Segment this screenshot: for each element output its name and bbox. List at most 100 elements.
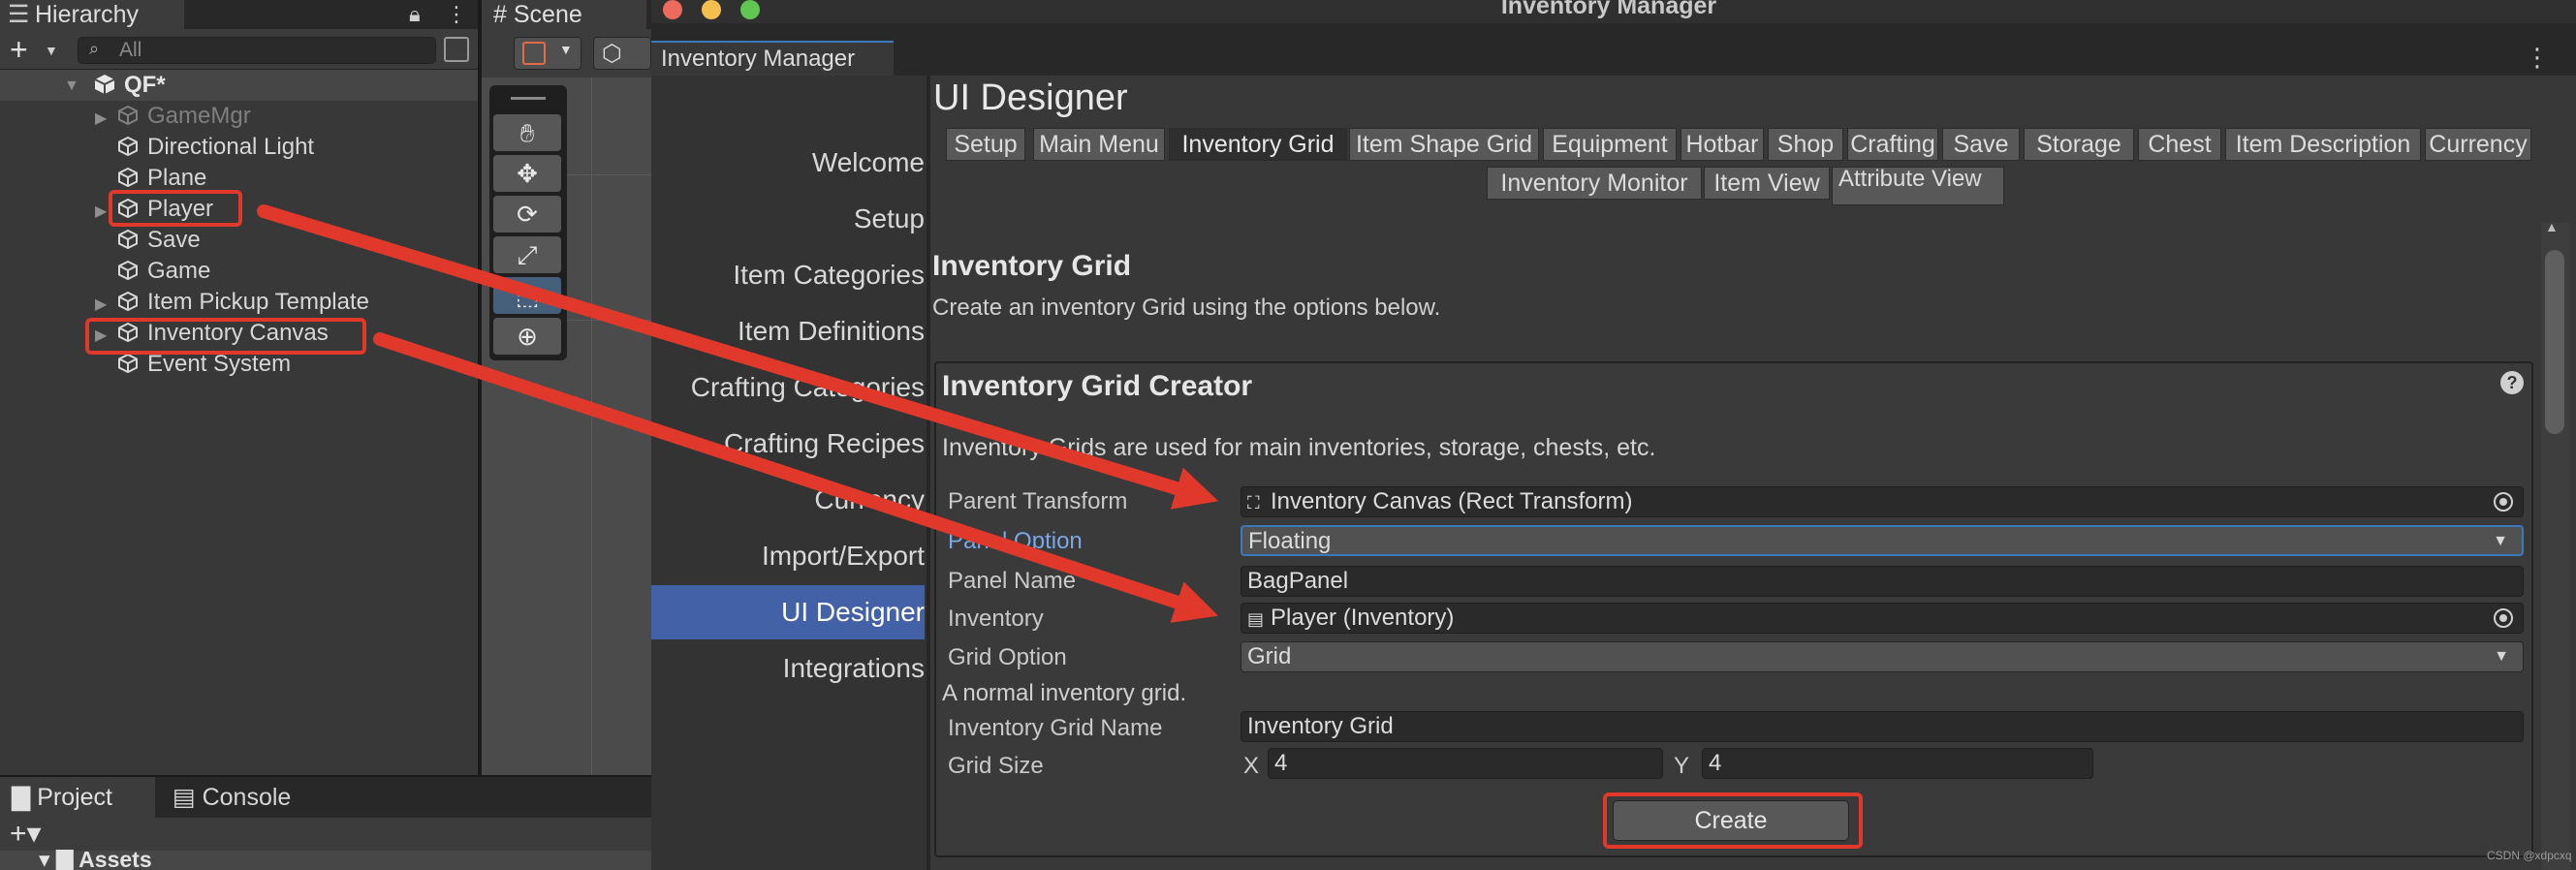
nav-item-item-categories[interactable]: Item Categories	[651, 248, 925, 302]
gameobject-cube-icon	[116, 259, 140, 281]
inventory-field[interactable]: ▤ Player (Inventory)	[1241, 603, 2524, 634]
grid-name-input[interactable]: Inventory Grid	[1241, 711, 2524, 742]
chevron-down-icon: ▼	[2493, 533, 2508, 549]
lock-icon[interactable]: 🔒︎	[409, 0, 421, 29]
expand-right-icon[interactable]: ▶	[95, 295, 107, 314]
more-options-icon[interactable]: ⋮	[446, 0, 467, 29]
nav-item-ui-designer[interactable]: UI Designer	[651, 585, 925, 639]
object-picker-icon[interactable]	[2494, 492, 2513, 512]
designer-tab[interactable]: Item Shape Grid	[1349, 128, 1539, 161]
rotate-tool-icon[interactable]: ⟳	[493, 196, 561, 233]
gameobject-cube-icon	[116, 228, 140, 250]
designer-tab[interactable]: Item Description	[2225, 128, 2421, 161]
hierarchy-search-input[interactable]: All	[78, 37, 436, 64]
project-tab[interactable]: ▇ Project	[0, 777, 155, 818]
cube-icon: ⬡	[602, 41, 622, 67]
grid-size-x-value: 4	[1274, 750, 1288, 776]
panel-option-dropdown[interactable]: Floating ▼	[1241, 525, 2524, 556]
expand-right-icon[interactable]: ▶	[95, 109, 107, 128]
drag-handle[interactable]	[511, 97, 546, 100]
panel-name-input[interactable]: BagPanel	[1241, 566, 2524, 597]
nav-item-welcome[interactable]: Welcome	[651, 136, 925, 190]
hand-tool-icon[interactable]: ✋︎	[493, 114, 561, 151]
designer-tab[interactable]: Shop	[1768, 128, 1843, 161]
chevron-down-icon: ▼	[2494, 648, 2509, 665]
folder-icon: ▾ ▇	[39, 847, 74, 870]
object-picker-icon[interactable]	[2494, 608, 2513, 628]
help-icon[interactable]: ?	[2500, 371, 2524, 394]
annotation-box-create	[1603, 792, 1863, 849]
nav-item-currency[interactable]: Currency	[651, 473, 925, 527]
designer-tab[interactable]: Attribute View	[1832, 167, 2004, 205]
hierarchy-item[interactable]: Save	[116, 225, 201, 256]
designer-tab[interactable]: Storage	[2024, 128, 2134, 161]
scroll-up-icon[interactable]: ▲	[2545, 219, 2559, 234]
gameobject-cube-icon	[116, 290, 140, 312]
nav-item-setup[interactable]: Setup	[651, 192, 925, 246]
grid-size-y-label: Y	[1674, 753, 1690, 779]
gameobject-cube-icon	[116, 135, 140, 157]
grid-option-value: Grid	[1247, 643, 1292, 669]
designer-tab[interactable]: Hotbar	[1681, 128, 1764, 161]
console-icon: ▤	[173, 784, 196, 811]
console-tab-label: Console	[202, 784, 292, 811]
panel-name-label: Panel Name	[948, 568, 1077, 594]
designer-tab[interactable]: Crafting	[1847, 128, 1938, 161]
gizmo-tool-dropdown[interactable]: ▼	[514, 37, 581, 70]
grid-option-dropdown[interactable]: Grid ▼	[1241, 641, 2524, 672]
create-add-icon[interactable]: +▾	[10, 820, 42, 849]
chevron-down-icon[interactable]: ▼	[45, 43, 58, 58]
section-title: Inventory Grid	[932, 250, 1132, 282]
designer-tab[interactable]: Main Menu	[1033, 128, 1165, 161]
grid-line	[567, 174, 651, 175]
assets-folder[interactable]: ▾ ▇ Assets	[39, 847, 152, 870]
parent-transform-field[interactable]: ⛶ Inventory Canvas (Rect Transform)	[1241, 486, 2524, 517]
scale-tool-icon[interactable]: ⤢	[493, 236, 561, 273]
more-options-icon[interactable]: ⋮	[2525, 43, 2550, 73]
create-add-icon[interactable]: +	[10, 34, 28, 65]
nav-item-crafting-categories[interactable]: Crafting Categories	[651, 360, 925, 415]
grid-size-x-input[interactable]: 4	[1268, 748, 1663, 779]
script-icon: ▤	[1247, 609, 1265, 629]
hierarchy-item[interactable]: Game	[116, 256, 210, 287]
inventory-manager-tab[interactable]: Inventory Manager	[651, 41, 894, 76]
minimize-window-icon[interactable]	[702, 0, 721, 19]
console-tab[interactable]: ▤ Console	[173, 777, 291, 818]
scene-root[interactable]: QF*	[93, 70, 166, 101]
nav-item-import-export[interactable]: Import/Export	[651, 529, 925, 583]
designer-tab[interactable]: Inventory Grid	[1169, 128, 1347, 161]
scrollbar-thumb[interactable]	[2545, 250, 2564, 434]
designer-tab[interactable]: Chest	[2138, 128, 2221, 161]
expand-right-icon[interactable]: ▶	[95, 202, 107, 221]
expand-down-icon[interactable]: ▼	[64, 78, 79, 95]
close-window-icon[interactable]	[663, 0, 682, 19]
designer-tab[interactable]: Save	[1942, 128, 2020, 161]
window-title: Inventory Manager	[1500, 0, 1717, 19]
scene-tab[interactable]: # Scene	[482, 0, 646, 29]
grid-option-hint: A normal inventory grid.	[942, 680, 1187, 706]
hierarchy-item[interactable]: Item Pickup Template	[116, 287, 369, 318]
nav-item-crafting-recipes[interactable]: Crafting Recipes	[651, 417, 925, 471]
grid-size-y-input[interactable]: 4	[1702, 748, 2093, 779]
nav-item-item-definitions[interactable]: Item Definitions	[651, 304, 925, 358]
designer-tab[interactable]: Currency	[2425, 128, 2531, 161]
scene-tab-label: Scene	[513, 1, 582, 28]
designer-tab[interactable]: Setup	[946, 128, 1025, 161]
nav-item-integrations[interactable]: Integrations	[651, 641, 925, 696]
hierarchy-item[interactable]: Directional Light	[116, 132, 314, 163]
hierarchy-tab[interactable]: ☰ Hierarchy	[0, 0, 184, 29]
draw-mode-dropdown[interactable]: ⬡	[593, 37, 651, 70]
search-options-icon[interactable]	[444, 37, 469, 62]
project-toolbar	[0, 818, 651, 851]
rect-tool-icon[interactable]: ⬚	[493, 277, 561, 314]
hierarchy-item[interactable]: GameMgr	[116, 101, 251, 132]
hash-icon: #	[493, 1, 507, 28]
window-tabbar	[651, 23, 2576, 76]
maximize-window-icon[interactable]	[740, 0, 760, 19]
designer-tab[interactable]: Item View	[1704, 167, 1830, 200]
hierarchy-item-label: Item Pickup Template	[147, 289, 369, 315]
designer-tab[interactable]: Equipment	[1543, 128, 1677, 161]
move-tool-icon[interactable]: ✥	[493, 155, 561, 192]
transform-tool-icon[interactable]: ⊕	[493, 318, 561, 355]
designer-tab[interactable]: Inventory Monitor	[1487, 167, 1702, 200]
